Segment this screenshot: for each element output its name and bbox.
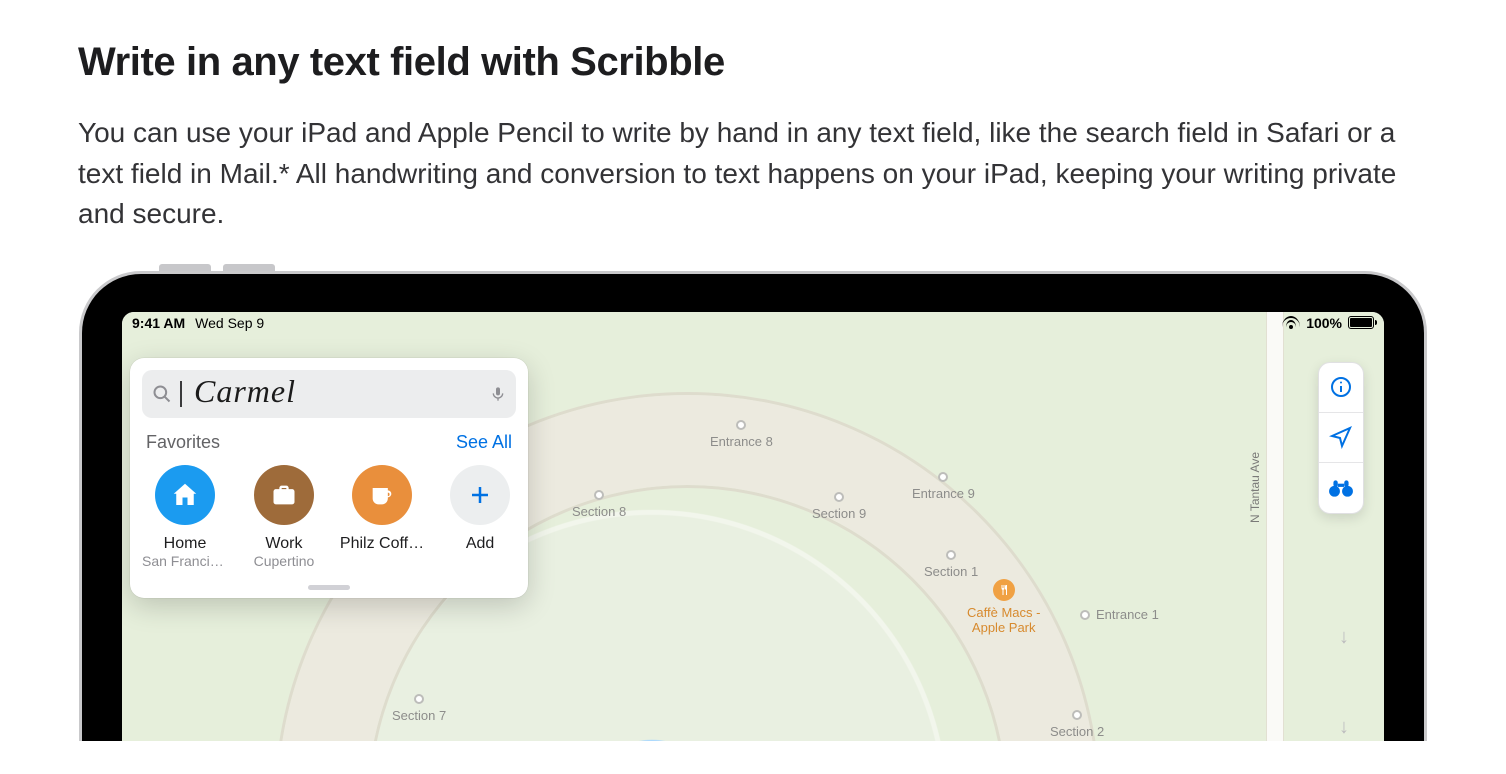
cup-icon [352,465,412,525]
ipad-screen: N Tantau Ave Entrance 8 Entrance 9 Entra… [122,312,1384,741]
map-label-entrance-1: Entrance 1 [1080,607,1159,622]
volume-buttons [159,264,275,271]
status-date: Wed Sep 9 [195,315,264,331]
road-name: N Tantau Ave [1248,452,1262,523]
page-title: Write in any text field with Scribble [78,40,1428,85]
locate-button[interactable] [1319,413,1363,463]
battery-percent: 100% [1306,315,1342,331]
house-icon [155,465,215,525]
favorite-add[interactable]: Add [444,465,516,569]
see-all-link[interactable]: See All [456,432,512,453]
map-label-section-9: Section 9 [812,492,866,521]
search-icon [152,384,172,404]
briefcase-icon [254,465,314,525]
favorites-row: Home San Francisco Work Cupertino [142,463,516,575]
plus-icon [450,465,510,525]
favorite-philz[interactable]: Philz Coff… [340,465,424,569]
map-label-section-8: Section 8 [572,490,626,519]
microphone-icon[interactable] [490,383,506,405]
handwriting-text: Carmel [194,373,482,410]
map-label-entrance-9: Entrance 9 [912,472,975,501]
map-label-section-7: Section 7 [392,694,446,723]
fork-knife-icon [993,579,1015,601]
wifi-icon [1282,316,1300,329]
info-button[interactable] [1319,363,1363,413]
maps-search-card[interactable]: Carmel Favorites See All [130,358,528,598]
binoculars-button[interactable] [1319,463,1363,513]
map-controls [1318,362,1364,514]
ipad-frame: N Tantau Ave Entrance 8 Entrance 9 Entra… [79,271,1427,741]
status-time: 9:41 AM [132,315,185,331]
favorite-work[interactable]: Work Cupertino [248,465,320,569]
scroll-down-arrow-icon: ↓ [1324,622,1364,654]
map-label-entrance-8: Entrance 8 [710,420,773,449]
drag-handle[interactable] [308,585,350,590]
status-bar: 9:41 AM Wed Sep 9 100% [122,312,1384,334]
intro-paragraph: You can use your iPad and Apple Pencil t… [78,113,1428,235]
text-cursor [180,381,182,407]
map-label-section-2: Section 2 [1050,710,1104,739]
favorites-heading: Favorites [146,432,220,453]
search-input[interactable]: Carmel [142,370,516,418]
map-poi-cafe[interactable]: Caffè Macs - Apple Park [967,579,1040,635]
battery-icon [1348,316,1374,329]
map-label-section-1: Section 1 [924,550,978,579]
scroll-down-arrow-icon: ↓ [1324,712,1364,741]
favorite-home[interactable]: Home San Francisco [142,465,228,569]
